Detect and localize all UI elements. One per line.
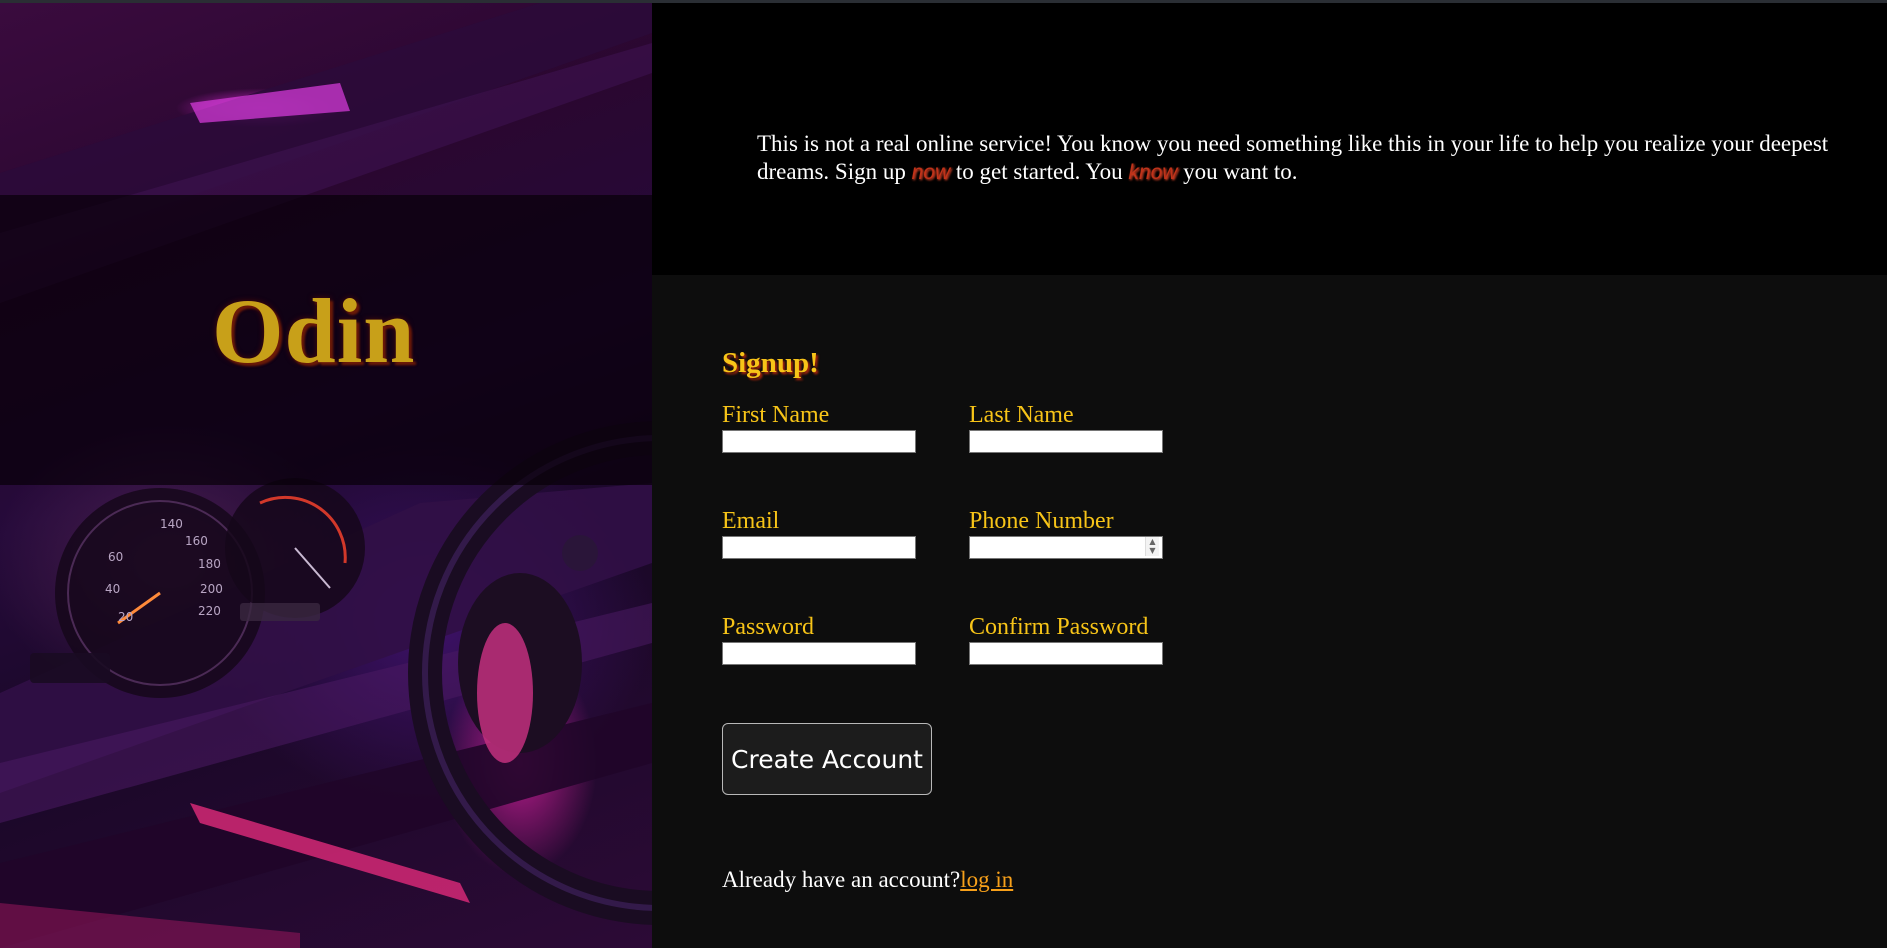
email-input[interactable] bbox=[722, 536, 916, 559]
password-label: Password bbox=[722, 614, 815, 640]
intro-emphasis-know: know bbox=[1128, 161, 1178, 184]
first-name-input[interactable] bbox=[722, 430, 916, 453]
confirm-password-group: Confirm Password bbox=[969, 615, 1163, 665]
email-label: Email bbox=[722, 508, 780, 534]
svg-text:60: 60 bbox=[108, 550, 123, 564]
first-name-group: First Name bbox=[722, 403, 916, 453]
password-group: Password bbox=[722, 615, 916, 665]
svg-text:220: 220 bbox=[198, 604, 221, 618]
svg-text:200: 200 bbox=[200, 582, 223, 596]
create-account-button[interactable]: Create Account bbox=[722, 723, 932, 795]
phone-group: Phone Number ▲ ▼ bbox=[969, 509, 1163, 559]
phone-input[interactable] bbox=[969, 536, 1163, 559]
svg-text:180: 180 bbox=[198, 557, 221, 571]
hero-background-image: 60 40 20 140 160 180 200 220 Odin bbox=[0, 3, 652, 948]
last-name-input[interactable] bbox=[969, 430, 1163, 453]
svg-text:160: 160 bbox=[185, 534, 208, 548]
login-prompt-text: Already have an account? bbox=[722, 867, 961, 892]
number-spinner-icon[interactable]: ▲ ▼ bbox=[1145, 537, 1159, 556]
login-link[interactable]: log in bbox=[960, 867, 1013, 892]
signup-form-area: Signup! First Name Last Name Email Phone… bbox=[652, 275, 1887, 948]
first-name-label: First Name bbox=[722, 402, 830, 428]
confirm-password-label: Confirm Password bbox=[969, 614, 1149, 640]
confirm-password-input[interactable] bbox=[969, 642, 1163, 665]
svg-text:40: 40 bbox=[105, 582, 120, 596]
brand-logo-text: Odin bbox=[212, 280, 416, 382]
login-prompt: Already have an account?log in bbox=[722, 867, 1013, 893]
password-input[interactable] bbox=[722, 642, 916, 665]
phone-label: Phone Number bbox=[969, 508, 1114, 534]
last-name-group: Last Name bbox=[969, 403, 1163, 453]
intro-text-part2: to get started. You bbox=[950, 159, 1129, 184]
intro-text: This is not a real online service! You k… bbox=[757, 130, 1857, 187]
intro-section: This is not a real online service! You k… bbox=[652, 3, 1887, 275]
signup-title: Signup! bbox=[722, 347, 819, 379]
intro-emphasis-now: now bbox=[911, 161, 951, 184]
svg-text:20: 20 bbox=[118, 610, 133, 624]
last-name-label: Last Name bbox=[969, 402, 1074, 428]
svg-text:140: 140 bbox=[160, 517, 183, 531]
email-group: Email bbox=[722, 509, 916, 559]
intro-text-part3: you want to. bbox=[1177, 159, 1298, 184]
